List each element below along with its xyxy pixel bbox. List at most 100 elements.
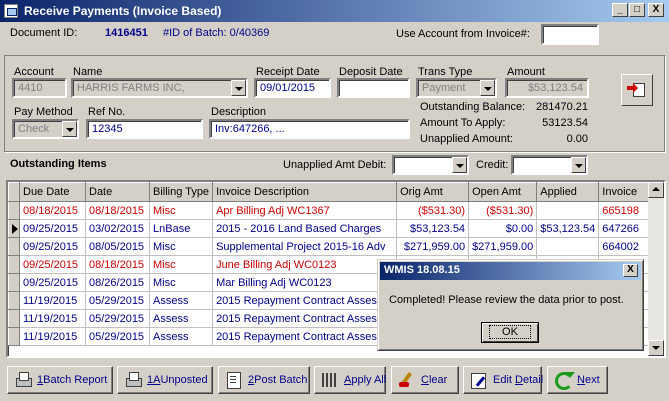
cell-applied[interactable] (536, 237, 600, 256)
edit-detail-button[interactable]: Edit Detail (463, 366, 543, 394)
cell-date[interactable]: 03/02/2015 (85, 219, 150, 238)
cell-open-amt[interactable]: $0.00 (468, 219, 538, 238)
cell-invoice-description[interactable]: 2015 Repayment Contract Assessi (212, 327, 398, 346)
cell-invoice-description[interactable]: Supplemental Project 2015-16 Adv (212, 237, 398, 256)
row-indicator[interactable] (8, 291, 20, 310)
cell-date[interactable]: 08/18/2015 (85, 255, 150, 274)
cell-invoice-description[interactable]: Mar Billing Adj WC0123 (212, 273, 398, 292)
receipt-date-input[interactable]: 09/01/2015 (254, 78, 331, 98)
cell-orig-amt[interactable]: ($531.30) (396, 201, 470, 220)
cell-billing-type[interactable]: Misc (149, 273, 214, 292)
name-value: HARRIS FARMS INC, (77, 82, 185, 94)
unposted-label: Unposted (160, 374, 208, 386)
cell-billing-type[interactable]: Assess (149, 291, 214, 310)
cell-open-amt[interactable]: $271,959.00 (468, 237, 538, 256)
cell-applied[interactable] (536, 201, 600, 220)
cell-due-date[interactable]: 09/25/2015 (19, 219, 86, 238)
post-batch-label: Post Batch (254, 374, 308, 386)
column-header-applied[interactable]: Applied (536, 182, 600, 202)
post-batch-button[interactable]: 2 Post Batch (218, 366, 310, 394)
column-header-billing-type[interactable]: Billing Type (148, 182, 214, 202)
column-header-date[interactable]: Date (85, 182, 150, 202)
document-id-label: Document ID: (10, 27, 78, 39)
deposit-date-input[interactable] (337, 78, 410, 98)
scroll-down-icon[interactable] (648, 340, 664, 356)
close-button[interactable]: X (648, 3, 664, 17)
cell-invoice-description[interactable]: Apr Billing Adj WC1367 (212, 201, 398, 220)
column-header-invoice-description[interactable]: Invoice Description (212, 182, 398, 202)
cell-billing-type[interactable]: Assess (149, 327, 214, 346)
unposted-button[interactable]: 1A Unposted (117, 366, 213, 394)
maximize-button[interactable]: □ (629, 3, 645, 17)
cell-due-date[interactable]: 11/19/2015 (19, 291, 86, 310)
cell-orig-amt[interactable]: $53,123.54 (396, 219, 470, 238)
broom-icon (398, 371, 416, 389)
cell-invoice-description[interactable]: 2015 Repayment Contract Assessi (212, 291, 398, 310)
ref-no-label: Ref No. (88, 106, 126, 118)
edit-detail-shortcut: D (515, 374, 523, 386)
cell-due-date[interactable]: 09/25/2015 (19, 255, 86, 274)
cell-orig-amt[interactable]: $271,959.00 (396, 237, 470, 256)
unapplied-debit-dropdown-icon[interactable] (452, 157, 467, 173)
dialog-ok-label: OK (489, 325, 531, 339)
column-header-due-date[interactable]: Due Date (19, 182, 86, 202)
cell-billing-type[interactable]: Assess (149, 309, 214, 328)
row-indicator[interactable] (8, 219, 20, 238)
cell-billing-type[interactable]: LnBase (149, 219, 214, 238)
use-account-input[interactable] (541, 24, 599, 45)
cell-due-date[interactable]: 08/18/2015 (19, 201, 86, 220)
cell-date[interactable]: 08/05/2015 (85, 237, 150, 256)
row-indicator[interactable] (8, 327, 20, 346)
ref-no-input[interactable]: 12345 (86, 119, 203, 139)
table-header-row: Due Date Date Billing Type Invoice Descr… (8, 182, 657, 202)
apply-all-shortcut: A (344, 374, 352, 386)
cell-date[interactable]: 05/29/2015 (85, 291, 150, 310)
cell-due-date[interactable]: 11/19/2015 (19, 309, 86, 328)
table-row[interactable]: 09/25/2015 08/05/2015 Misc Supplemental Pro… (8, 237, 657, 256)
next-button[interactable]: Next (547, 366, 608, 394)
table-row[interactable]: 08/18/2015 08/18/2015 Misc Apr Billing Adj … (8, 201, 657, 220)
description-input[interactable]: Inv:647266, ... (209, 119, 410, 139)
cell-invoice-description[interactable]: June Billing Adj WC0123 (212, 255, 398, 274)
credit-dropdown-icon[interactable] (571, 157, 586, 173)
row-indicator[interactable] (8, 201, 20, 220)
table-row[interactable]: 09/25/2015 03/02/2015 LnBase 2015 - 2016 La… (8, 219, 657, 238)
unapplied-debit-combo[interactable] (392, 155, 469, 175)
amount-to-apply-value: 53123.54 (542, 117, 588, 129)
clear-button[interactable]: Clear (391, 366, 459, 394)
cell-date[interactable]: 08/18/2015 (85, 201, 150, 220)
apply-all-button[interactable]: Apply All (314, 366, 386, 394)
cell-applied[interactable]: $53,123.54 (536, 219, 600, 238)
cell-invoice-description[interactable]: 2015 Repayment Contract Assessi (212, 309, 398, 328)
import-invoice-button[interactable] (621, 74, 653, 106)
cell-date[interactable]: 08/26/2015 (85, 273, 150, 292)
cell-due-date[interactable]: 11/19/2015 (19, 327, 86, 346)
amount-to-apply-label: Amount To Apply: (420, 117, 506, 129)
cell-date[interactable]: 05/29/2015 (85, 327, 150, 346)
row-indicator[interactable] (8, 237, 20, 256)
cell-date[interactable]: 05/29/2015 (85, 309, 150, 328)
grid-vertical-scrollbar[interactable] (648, 182, 664, 356)
credit-combo[interactable] (511, 155, 588, 175)
cell-due-date[interactable]: 09/25/2015 (19, 237, 86, 256)
pay-method-dropdown-icon (62, 121, 77, 137)
column-header-orig-amt[interactable]: Orig Amt (396, 182, 470, 202)
column-header-open-amt[interactable]: Open Amt (468, 182, 538, 202)
row-indicator[interactable] (8, 309, 20, 328)
batch-report-button[interactable]: 1 Batch Report (7, 366, 113, 394)
cell-billing-type[interactable]: Misc (149, 201, 214, 220)
cell-invoice-description[interactable]: 2015 - 2016 Land Based Charges (212, 219, 398, 238)
dialog-ok-button[interactable]: OK (481, 322, 539, 343)
scroll-up-icon[interactable] (648, 182, 664, 198)
minimize-button[interactable]: _ (612, 3, 628, 17)
row-indicator[interactable] (8, 273, 20, 292)
cell-open-amt[interactable]: ($531.30) (468, 201, 538, 220)
refresh-arrow-icon (554, 371, 575, 390)
cell-due-date[interactable]: 09/25/2015 (19, 273, 86, 292)
pay-method-label: Pay Method (14, 106, 73, 118)
row-indicator[interactable] (8, 255, 20, 274)
cell-billing-type[interactable]: Misc (149, 255, 214, 274)
edit-icon (470, 371, 488, 389)
dialog-close-button[interactable]: X (623, 264, 638, 277)
cell-billing-type[interactable]: Misc (149, 237, 214, 256)
